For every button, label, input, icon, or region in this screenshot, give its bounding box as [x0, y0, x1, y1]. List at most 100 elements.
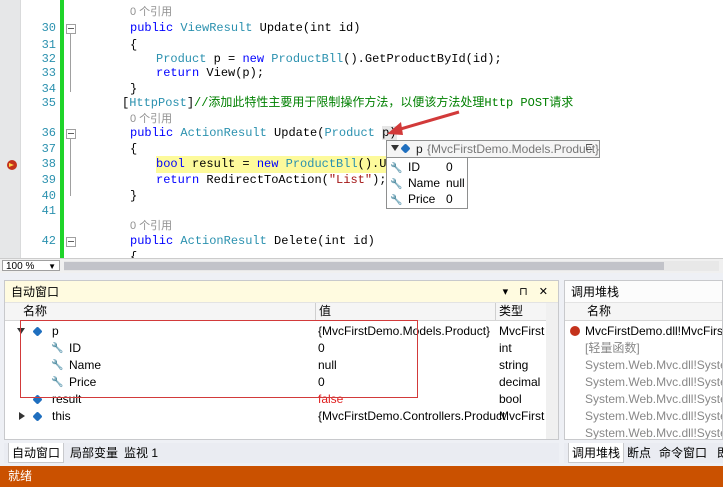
- expand-icon[interactable]: [19, 412, 25, 420]
- code-line: {: [0, 249, 723, 258]
- editor-footer: 100 % ▼: [0, 258, 723, 273]
- frame-text: System.Web.Mvc.dll!Syster: [585, 409, 722, 423]
- column-divider[interactable]: [495, 303, 496, 320]
- annotation-arrow: [387, 110, 460, 135]
- datatip-member-value: 0: [446, 192, 453, 206]
- vertical-scrollbar[interactable]: [546, 303, 558, 439]
- code-line: 36 public ActionResult Update(Product p): [0, 125, 723, 142]
- column-headers: 名称 值 类型: [5, 303, 558, 321]
- line-number: 36: [41, 126, 56, 140]
- datatip-member-name: ID: [408, 160, 420, 174]
- frame-text: MvcFirstDemo.dll!MvcFirst: [585, 324, 722, 338]
- code-line: 39 return RedirectToAction("List");: [0, 172, 723, 189]
- call-stack-window: 调用堆栈 名称 MvcFirstDemo.dll!MvcFirst [轻量函数]…: [564, 280, 723, 440]
- window-controls[interactable]: ▾ ⊓ ✕: [503, 281, 552, 303]
- property-icon: 🔧: [390, 195, 403, 206]
- line-number: 39: [41, 173, 56, 187]
- panel-title: 调用堆栈: [565, 281, 722, 303]
- code-text: [HttpPost]//添加此特性主要用于限制操作方法，以便该方法处理Http …: [122, 96, 574, 110]
- pin-icon[interactable]: ⊏: [585, 142, 593, 153]
- code-line: 35 [HttpPost]//添加此特性主要用于限制操作方法，以便该方法处理Ht…: [0, 95, 723, 112]
- tab-breakpoints[interactable]: 断点: [624, 443, 654, 463]
- line-number: 38: [41, 157, 56, 171]
- code-text: {: [130, 250, 138, 258]
- annotation-box: [20, 320, 418, 398]
- datatip-var: p: [416, 142, 423, 156]
- code-text: return RedirectToAction("List");: [156, 173, 387, 187]
- tab-call-stack[interactable]: 调用堆栈: [568, 443, 625, 463]
- row-name: this: [52, 409, 71, 423]
- tab-watch[interactable]: 监视 1: [121, 443, 161, 463]
- code-line: 33 return View(p);: [0, 65, 723, 82]
- tab-autos[interactable]: 自动窗口: [8, 443, 65, 463]
- stack-frame[interactable]: System.Web.Mvc.dll!Syster: [565, 408, 722, 425]
- current-frame-icon: [570, 326, 580, 336]
- datatip-member-value: 0: [446, 160, 453, 174]
- stack-frame-current[interactable]: MvcFirstDemo.dll!MvcFirst: [565, 323, 722, 340]
- stack-frame[interactable]: System.Web.Mvc.dll!Syster: [565, 357, 722, 374]
- frame-text: [轻量函数]: [585, 341, 640, 355]
- table-row[interactable]: this {MvcFirstDemo.Controllers.Product M…: [5, 408, 558, 425]
- stack-frame[interactable]: System.Web.Mvc.dll!Syster: [565, 374, 722, 391]
- frame-text: System.Web.Mvc.dll!Syster: [585, 392, 722, 406]
- tab-immediate[interactable]: 即: [714, 443, 723, 463]
- property-icon: 🔧: [390, 179, 403, 190]
- code-line-current: 38 bool result = new ProductBll().Upda: [0, 156, 723, 173]
- expand-icon[interactable]: [391, 145, 399, 151]
- code-text: return View(p);: [156, 66, 265, 80]
- col-type[interactable]: 类型: [499, 303, 523, 320]
- horizontal-scrollbar[interactable]: [64, 261, 719, 271]
- row-type: bool: [499, 392, 522, 406]
- code-text: public ViewResult Update(int id): [130, 21, 361, 35]
- stack-frame[interactable]: System.Web.Mvc.dll!Syster: [565, 425, 722, 439]
- property-icon: 🔧: [390, 163, 403, 174]
- column-headers: 名称: [565, 303, 722, 321]
- code-editor[interactable]: 0 个引用 30 public ViewResult Update(int id…: [0, 0, 723, 258]
- datatip-members: 🔧 ID 0 🔧 Name null 🔧 Price 0: [386, 157, 468, 209]
- autos-tab-bar: 自动窗口 局部变量 监视 1: [4, 443, 559, 463]
- object-icon: [32, 411, 43, 422]
- frame-text: System.Web.Mvc.dll!Syster: [585, 375, 722, 389]
- code-line: 30 public ViewResult Update(int id): [0, 20, 723, 37]
- zoom-select[interactable]: 100 % ▼: [2, 260, 60, 272]
- object-icon: [400, 143, 411, 154]
- status-bar: 就绪: [0, 466, 723, 487]
- frame-text: System.Web.Mvc.dll!Syster: [585, 358, 722, 372]
- datatip-member-name: Price: [408, 192, 436, 206]
- code-text: public ActionResult Delete(int id): [130, 234, 375, 248]
- code-line: 0 个引用: [0, 4, 723, 21]
- tab-locals[interactable]: 局部变量: [67, 443, 121, 463]
- col-name[interactable]: 名称: [587, 303, 611, 320]
- reference-count[interactable]: 0 个引用: [130, 4, 172, 21]
- scrollbar-thumb[interactable]: [64, 262, 664, 270]
- row-value: {MvcFirstDemo.Controllers.Product: [318, 409, 506, 423]
- line-number: 42: [41, 234, 56, 248]
- stack-frame[interactable]: System.Web.Mvc.dll!Syster: [565, 391, 722, 408]
- code-text-highlighted: bool result = new ProductBll().Upda: [156, 156, 409, 173]
- datatip-row[interactable]: 🔧 Price 0: [390, 191, 466, 207]
- collapse-icon[interactable]: [66, 24, 76, 34]
- breakpoint-current-icon[interactable]: [7, 160, 17, 170]
- datatip-row[interactable]: 🔧 ID 0: [390, 159, 466, 175]
- panel-title: 自动窗口 ▾ ⊓ ✕: [5, 281, 558, 303]
- fold-guide: [70, 34, 71, 92]
- row-type: MvcFirst: [499, 409, 545, 423]
- stack-frame[interactable]: [轻量函数]: [565, 340, 722, 357]
- status-text: 就绪: [8, 469, 33, 483]
- callstack-tab-bar: 调用堆栈 断点 命令窗口 即: [564, 443, 723, 463]
- datatip-header[interactable]: p {MvcFirstDemo.Models.Product} ⊏: [386, 140, 600, 158]
- col-value[interactable]: 值: [319, 303, 331, 320]
- column-divider[interactable]: [315, 303, 316, 320]
- collapse-icon[interactable]: [66, 129, 76, 139]
- datatip-row[interactable]: 🔧 Name null: [390, 175, 466, 191]
- line-number: 35: [41, 96, 56, 110]
- autos-title: 自动窗口: [11, 285, 60, 299]
- code-text: public ActionResult Update(Product p): [130, 125, 397, 142]
- col-name[interactable]: 名称: [23, 303, 47, 320]
- code-line: 42 public ActionResult Delete(int id): [0, 233, 723, 250]
- collapse-icon[interactable]: [66, 237, 76, 247]
- line-number: 33: [41, 66, 56, 80]
- datatip-type: {MvcFirstDemo.Models.Product}: [427, 142, 600, 156]
- row-type: MvcFirst: [499, 324, 545, 338]
- tab-command-window[interactable]: 命令窗口: [656, 443, 710, 463]
